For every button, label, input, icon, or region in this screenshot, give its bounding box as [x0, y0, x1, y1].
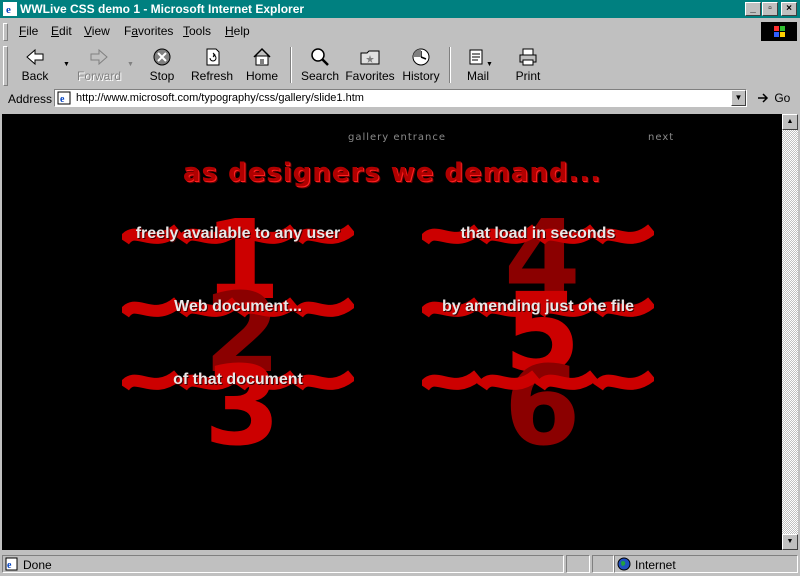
status-pane-empty: [566, 555, 590, 573]
go-arrow-icon: [758, 93, 769, 103]
page-content: gallery entrance next as designers we de…: [2, 114, 782, 550]
stop-button[interactable]: Stop: [143, 45, 181, 85]
menu-file[interactable]: File: [19, 24, 38, 38]
refresh-icon: [206, 48, 220, 66]
page-done-icon: e: [5, 557, 18, 571]
svg-text:e: e: [7, 560, 12, 571]
demand-text: Web document...: [174, 298, 302, 315]
printer-icon: [519, 48, 537, 66]
demand-item: 6: [422, 351, 722, 461]
search-button[interactable]: Search: [299, 45, 341, 85]
menu-help[interactable]: Help: [225, 24, 250, 38]
svg-text:e: e: [60, 94, 65, 105]
tilde-wave-decoration: [422, 370, 654, 391]
toolbar-separator: [449, 47, 451, 83]
minimize-button[interactable]: _: [745, 2, 761, 16]
refresh-button[interactable]: Refresh: [189, 45, 235, 85]
history-button[interactable]: History: [400, 45, 442, 85]
vertical-scrollbar[interactable]: ▲ ▼: [782, 114, 798, 550]
status-zone-pane: Internet: [614, 555, 798, 573]
home-icon: [253, 47, 271, 66]
back-dropdown-icon[interactable]: ▼: [63, 61, 70, 68]
home-button[interactable]: Home: [243, 45, 281, 85]
maximize-button[interactable]: ▫: [762, 2, 778, 16]
toolbar-grip[interactable]: [3, 46, 8, 86]
title-bar: e WWLive CSS demo 1 - Microsoft Internet…: [0, 0, 800, 18]
zone-text: Internet: [635, 558, 676, 572]
scroll-up-button[interactable]: ▲: [782, 114, 798, 130]
menu-grip[interactable]: [3, 23, 8, 41]
address-bar: Address e http://www.microsoft.com/typog…: [0, 88, 800, 110]
gallery-entrance-link[interactable]: gallery entrance: [348, 132, 446, 143]
menu-favorites[interactable]: Favorites: [124, 24, 173, 38]
page-headline: as designers we demand...: [182, 158, 602, 188]
status-text: Done: [23, 558, 52, 572]
address-label: Address: [8, 92, 53, 106]
back-button[interactable]: Back: [14, 45, 56, 85]
demand-item: 3 of that document: [122, 351, 422, 461]
demand-text: that load in seconds: [460, 225, 616, 242]
menu-edit[interactable]: Edit: [51, 24, 72, 38]
menu-bar: File Edit View Favorites Tools Help: [0, 20, 800, 42]
favorites-folder-icon: [360, 50, 380, 65]
standard-toolbar: Back ▼ Forward ▼ Stop Refresh Home Searc…: [0, 43, 800, 87]
back-arrow-icon: [26, 48, 44, 66]
window-title: WWLive CSS demo 1 - Microsoft Internet E…: [20, 2, 305, 16]
ie-app-icon: e: [3, 2, 17, 16]
scroll-down-button[interactable]: ▼: [782, 534, 798, 550]
status-main-pane: e Done: [2, 555, 564, 573]
demand-text: of that document: [173, 371, 303, 388]
forward-arrow-icon: [90, 48, 108, 66]
demand-text: by amending just one file: [441, 298, 635, 315]
forward-dropdown-icon[interactable]: ▼: [127, 61, 134, 68]
demand-text: freely available to any user: [135, 225, 341, 242]
svg-text:e: e: [6, 4, 11, 16]
mail-dropdown-icon[interactable]: ▼: [486, 61, 493, 68]
search-icon: [311, 48, 329, 66]
status-bar: e Done Internet: [0, 553, 800, 574]
page-icon: e: [57, 91, 71, 105]
toolbar-separator: [290, 47, 292, 83]
status-pane-empty: [592, 555, 614, 573]
next-link[interactable]: next: [648, 132, 674, 143]
close-button[interactable]: ×: [781, 2, 797, 16]
menu-view[interactable]: View: [84, 24, 110, 38]
address-url[interactable]: http://www.microsoft.com/typography/css/…: [76, 92, 364, 104]
history-icon: [412, 48, 430, 66]
print-button[interactable]: Print: [508, 45, 548, 85]
go-button[interactable]: Go: [757, 91, 790, 105]
stop-icon: [153, 48, 171, 66]
windows-logo-icon: [761, 22, 797, 41]
address-field[interactable]: e http://www.microsoft.com/typography/cs…: [54, 89, 747, 107]
address-dropdown-button[interactable]: ▼: [731, 90, 746, 106]
favorites-button[interactable]: Favorites: [345, 45, 395, 85]
globe-icon: [617, 557, 631, 571]
menu-tools[interactable]: Tools: [183, 24, 211, 38]
forward-button[interactable]: Forward: [76, 45, 122, 85]
